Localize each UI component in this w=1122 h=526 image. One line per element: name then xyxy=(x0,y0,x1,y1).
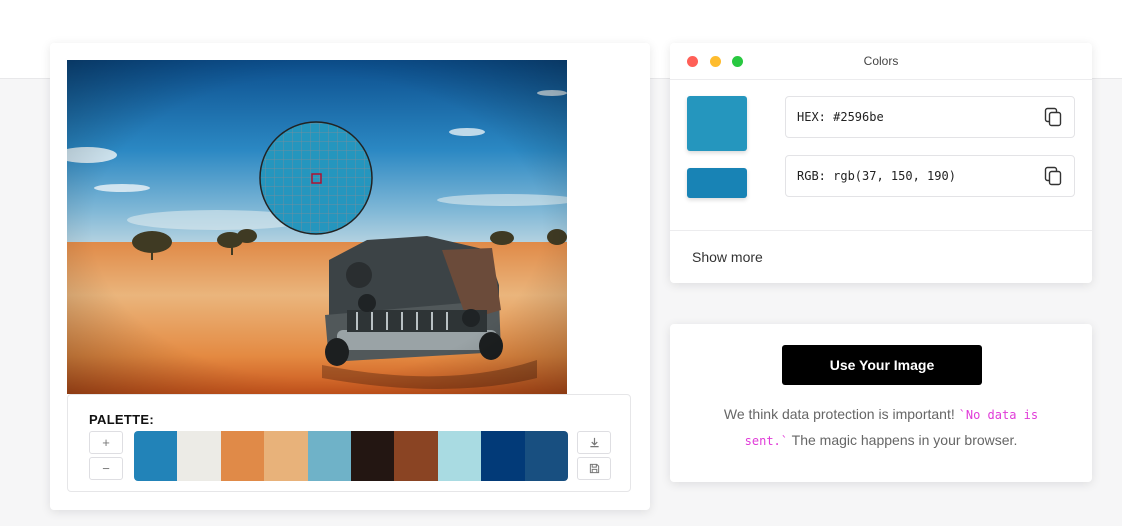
plus-icon: + xyxy=(102,435,110,450)
copy-rgb-icon[interactable] xyxy=(1044,166,1062,186)
colors-panel-title: Colors xyxy=(863,54,899,68)
privacy-note: We think data protection is important! `… xyxy=(700,402,1062,454)
palette-panel: PALETTE: + − xyxy=(67,394,631,492)
privacy-note-text: We think data protection is important! xyxy=(723,406,959,422)
palette-swatch[interactable] xyxy=(177,431,221,481)
remove-color-button[interactable]: − xyxy=(89,457,123,480)
upload-panel: Use Your Image We think data protection … xyxy=(670,324,1092,482)
window-titlebar: Colors xyxy=(670,43,1092,80)
desert-car-image xyxy=(67,60,567,394)
show-more-link[interactable]: Show more xyxy=(692,249,763,265)
use-your-image-button[interactable]: Use Your Image xyxy=(782,345,982,385)
download-palette-button[interactable] xyxy=(577,431,611,454)
panel-divider xyxy=(670,230,1092,231)
colors-panel: Colors HEX: #2596be RGB: rgb(37, 150, 19… xyxy=(670,43,1092,283)
minus-icon: − xyxy=(102,461,110,476)
palette-swatch[interactable] xyxy=(134,431,178,481)
image-picker-card: PALETTE: + − xyxy=(50,43,650,510)
palette-swatch[interactable] xyxy=(351,431,395,481)
hex-value: HEX: #2596be xyxy=(797,110,884,124)
privacy-note-tail: The magic happens in your browser. xyxy=(788,432,1018,448)
palette-swatch[interactable] xyxy=(307,431,352,481)
palette-swatch[interactable] xyxy=(264,431,308,481)
add-color-button[interactable]: + xyxy=(89,431,123,454)
palette-swatch[interactable] xyxy=(437,431,482,481)
secondary-color-swatch xyxy=(687,168,747,198)
palette-swatch[interactable] xyxy=(394,431,438,481)
palette-swatch[interactable] xyxy=(220,431,265,481)
copy-hex-icon[interactable] xyxy=(1044,107,1062,127)
save-icon xyxy=(589,463,599,474)
hex-value-field[interactable]: HEX: #2596be xyxy=(785,96,1075,138)
source-photo[interactable] xyxy=(67,60,567,394)
download-icon xyxy=(589,437,599,448)
selected-color-swatch xyxy=(687,96,747,151)
palette-swatches xyxy=(134,431,568,481)
palette-swatch[interactable] xyxy=(481,431,525,481)
palette-swatch[interactable] xyxy=(524,431,568,481)
rgb-value-field[interactable]: RGB: rgb(37, 150, 190) xyxy=(785,155,1075,197)
save-palette-button[interactable] xyxy=(577,457,611,480)
magnifier-loupe[interactable] xyxy=(259,121,373,235)
palette-title: PALETTE: xyxy=(89,412,154,427)
rgb-value: RGB: rgb(37, 150, 190) xyxy=(797,169,956,183)
